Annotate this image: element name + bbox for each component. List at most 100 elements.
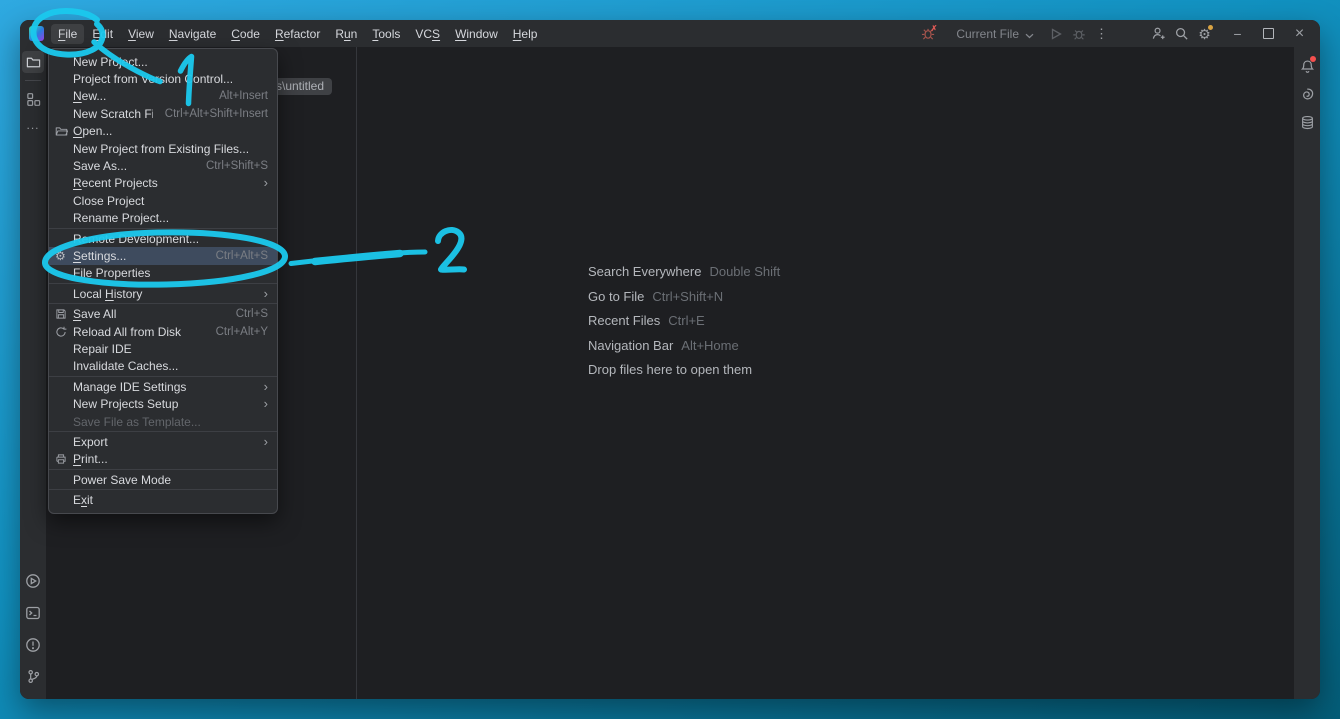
panel-divider[interactable] bbox=[356, 47, 357, 699]
pycharm-logo-icon[interactable] bbox=[29, 26, 44, 41]
menu-item-label: Invalidate Caches... bbox=[73, 359, 268, 373]
menu-item-settings[interactable]: ⚙Settings...Ctrl+Alt+S bbox=[49, 247, 277, 264]
shortcut-hint-keys: Alt+Home bbox=[681, 338, 738, 353]
menu-code[interactable]: Code bbox=[224, 24, 267, 44]
menu-item-open[interactable]: Open... bbox=[49, 123, 277, 140]
icon-gutter bbox=[55, 211, 73, 225]
add-user-icon[interactable] bbox=[1147, 20, 1170, 47]
menu-view[interactable]: View bbox=[121, 24, 161, 44]
project-folder-icon[interactable] bbox=[22, 51, 44, 73]
menu-item-new-projects-setup[interactable]: New Projects Setup› bbox=[49, 395, 277, 412]
icon-gutter bbox=[55, 415, 73, 429]
menu-run[interactable]: Run bbox=[328, 24, 364, 44]
menu-item-shortcut: Ctrl+Shift+S bbox=[206, 160, 268, 172]
menu-item-label: New Project... bbox=[73, 55, 268, 69]
shortcut-hint-keys: Ctrl+Shift+N bbox=[652, 289, 723, 304]
menu-refactor[interactable]: Refactor bbox=[268, 24, 327, 44]
project-tree-selected-item[interactable]: s\untitled bbox=[272, 78, 332, 95]
menu-item-reload-all-from-disk[interactable]: Reload All from DiskCtrl+Alt+Y bbox=[49, 323, 277, 340]
menu-item-exit[interactable]: Exit bbox=[49, 491, 277, 508]
maximize-icon[interactable] bbox=[1257, 20, 1280, 47]
database-icon[interactable] bbox=[1296, 111, 1318, 133]
shortcut-hint-label: Search Everywhere bbox=[588, 264, 701, 279]
run-tool-icon[interactable] bbox=[25, 573, 41, 594]
icon-gutter bbox=[55, 72, 73, 86]
menu-item-label: New... bbox=[73, 89, 207, 103]
menu-tools[interactable]: Tools bbox=[365, 24, 407, 44]
more-tool-windows-icon[interactable]: ... bbox=[22, 114, 44, 136]
menu-item-print[interactable]: Print... bbox=[49, 451, 277, 468]
shortcut-hint-label: Navigation Bar bbox=[588, 338, 673, 353]
shortcut-hint-keys: Double Shift bbox=[709, 264, 780, 279]
menu-file[interactable]: File bbox=[51, 24, 84, 44]
structure-icon[interactable] bbox=[22, 88, 44, 110]
minimize-icon[interactable]: − bbox=[1226, 20, 1249, 47]
menu-item-new-project-from-existing-files[interactable]: New Project from Existing Files... bbox=[49, 140, 277, 157]
menu-item-new-project[interactable]: New Project... bbox=[49, 53, 277, 70]
menu-item-close-project[interactable]: Close Project bbox=[49, 192, 277, 209]
menu-item-invalidate-caches[interactable]: Invalidate Caches... bbox=[49, 358, 277, 375]
icon-gutter bbox=[55, 380, 73, 394]
menu-item-local-history[interactable]: Local History› bbox=[49, 285, 277, 302]
menu-separator bbox=[49, 303, 277, 304]
settings-gear-icon[interactable]: ⚙ bbox=[1193, 20, 1216, 47]
menu-item-save-as[interactable]: Save As...Ctrl+Shift+S bbox=[49, 157, 277, 174]
menu-edit[interactable]: Edit bbox=[85, 24, 120, 44]
title-bar: FileEditViewNavigateCodeRefactorRunTools… bbox=[20, 20, 1320, 47]
menu-separator bbox=[49, 228, 277, 229]
printer-icon bbox=[55, 452, 73, 466]
shortcut-hint-drop-files-here-to-open-them: Drop files here to open them bbox=[588, 362, 780, 387]
debug-icon[interactable] bbox=[1067, 20, 1090, 47]
terminal-icon[interactable] bbox=[25, 605, 41, 626]
menu-item-save-file-as-template[interactable]: Save File as Template... bbox=[49, 413, 277, 430]
menu-item-shortcut: Ctrl+Alt+Shift+Insert bbox=[165, 108, 268, 120]
more-vertical-icon[interactable]: ⋮ bbox=[1090, 20, 1113, 47]
submenu-arrow-icon: › bbox=[264, 289, 268, 299]
menu-item-label: Save All bbox=[73, 307, 224, 321]
icon-gutter bbox=[55, 397, 73, 411]
icon-gutter bbox=[55, 359, 73, 373]
menu-item-project-from-version-control[interactable]: Project from Version Control... bbox=[49, 70, 277, 87]
ai-assistant-icon[interactable] bbox=[1296, 83, 1318, 105]
debugger-muted-icon[interactable]: ✗ bbox=[917, 20, 940, 47]
icon-gutter bbox=[55, 107, 73, 121]
menu-item-file-properties[interactable]: File Properties bbox=[49, 265, 277, 282]
menu-item-label: Print... bbox=[73, 452, 268, 466]
run-config-select[interactable]: Current File bbox=[956, 27, 1019, 41]
menu-item-label: Exit bbox=[73, 493, 268, 507]
left-bar-bottom bbox=[25, 573, 41, 695]
menu-help[interactable]: Help bbox=[506, 24, 545, 44]
menu-item-label: Close Project bbox=[73, 194, 268, 208]
menu-bar-items: FileEditViewNavigateCodeRefactorRunTools… bbox=[51, 24, 544, 44]
menu-vcs[interactable]: VCS bbox=[408, 24, 447, 44]
menu-item-recent-projects[interactable]: Recent Projects› bbox=[49, 175, 277, 192]
menu-item-new-scratch-file[interactable]: New Scratch FileCtrl+Alt+Shift+Insert bbox=[49, 105, 277, 122]
menu-item-label: Export bbox=[73, 435, 252, 449]
menu-item-rename-project[interactable]: Rename Project... bbox=[49, 210, 277, 227]
problems-icon[interactable] bbox=[25, 637, 41, 658]
menu-item-power-save-mode[interactable]: Power Save Mode bbox=[49, 471, 277, 488]
menu-navigate[interactable]: Navigate bbox=[162, 24, 223, 44]
search-icon[interactable] bbox=[1170, 20, 1193, 47]
menu-item-save-all[interactable]: Save AllCtrl+S bbox=[49, 305, 277, 322]
menu-window[interactable]: Window bbox=[448, 24, 505, 44]
notifications-bell-icon[interactable] bbox=[1296, 55, 1318, 77]
menu-separator bbox=[49, 431, 277, 432]
left-activity-bar: ... bbox=[20, 47, 46, 699]
run-icon[interactable] bbox=[1044, 20, 1067, 47]
shortcut-hint-keys: Ctrl+E bbox=[668, 313, 704, 328]
icon-gutter bbox=[55, 159, 73, 173]
menu-item-repair-ide[interactable]: Repair IDE bbox=[49, 340, 277, 357]
close-icon[interactable]: × bbox=[1288, 20, 1311, 47]
menu-item-label: New Project from Existing Files... bbox=[73, 142, 268, 156]
menu-item-export[interactable]: Export› bbox=[49, 433, 277, 450]
title-bar-right: ✗ Current File ⋮ ⚙ − bbox=[917, 20, 1320, 47]
shortcut-hint-search-everywhere: Search Everywhere Double Shift bbox=[588, 264, 780, 289]
menu-item-manage-ide-settings[interactable]: Manage IDE Settings› bbox=[49, 378, 277, 395]
menu-item-label: Reload All from Disk bbox=[73, 325, 204, 339]
menu-item-new[interactable]: New...Alt+Insert bbox=[49, 88, 277, 105]
shortcut-hint-label: Recent Files bbox=[588, 313, 660, 328]
submenu-arrow-icon: › bbox=[264, 178, 268, 188]
git-branch-icon[interactable] bbox=[26, 669, 41, 689]
menu-item-remote-development[interactable]: Remote Development... bbox=[49, 230, 277, 247]
